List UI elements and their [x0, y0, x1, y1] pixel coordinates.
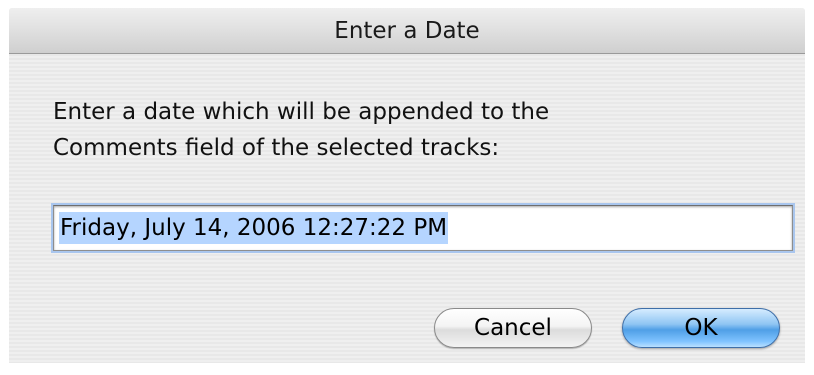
date-input-selected-text: Friday, July 14, 2006 12:27:22 PM [59, 212, 449, 244]
cancel-button[interactable]: Cancel [434, 308, 592, 348]
prompt-line-1: Enter a date which will be appended to t… [53, 99, 550, 125]
dialog-titlebar[interactable]: Enter a Date [9, 8, 805, 54]
dialog-title: Enter a Date [334, 18, 480, 44]
prompt-text: Enter a date which will be appended to t… [53, 94, 773, 166]
prompt-line-2: Comments field of the selected tracks: [53, 135, 500, 161]
enter-date-dialog: Enter a Date Enter a date which will be … [9, 8, 805, 363]
ok-button[interactable]: OK [622, 308, 780, 348]
date-input[interactable]: Friday, July 14, 2006 12:27:22 PM [53, 205, 793, 251]
